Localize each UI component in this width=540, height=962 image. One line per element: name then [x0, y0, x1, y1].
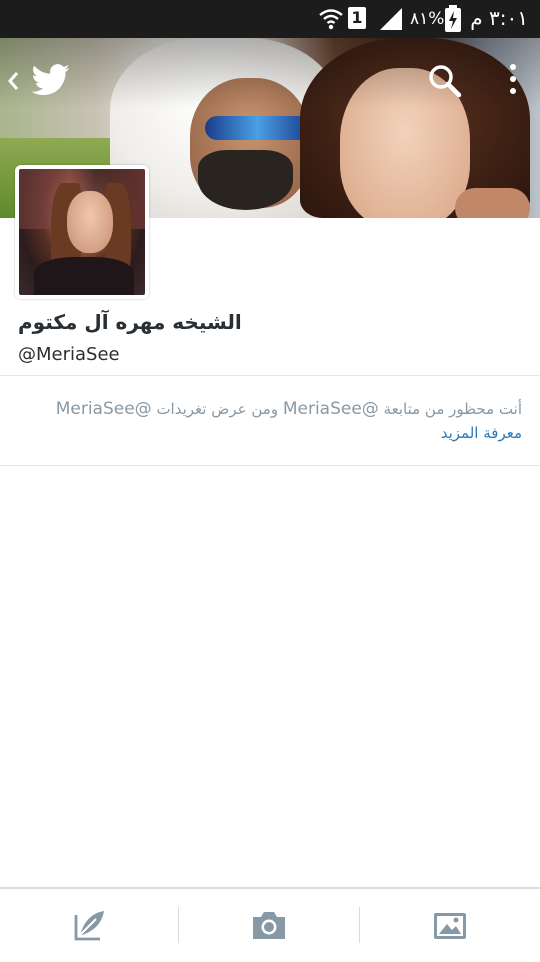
- twitter-bird-icon[interactable]: [32, 64, 70, 96]
- sim-icon: 1: [348, 7, 366, 29]
- battery-charging-icon: [445, 5, 461, 32]
- signal-icon: [380, 8, 402, 30]
- notice-handle-2: @MeriaSee: [55, 399, 152, 419]
- notice-handle-1: @MeriaSee: [282, 399, 379, 419]
- profile-handle: @MeriaSee: [18, 344, 120, 365]
- profile-display-name: الشيخه مهره آل مكتوم: [18, 310, 242, 334]
- back-chevron-icon[interactable]: [6, 70, 20, 92]
- clock: ٣:٠١ م: [470, 6, 528, 30]
- wifi-icon: [319, 9, 343, 30]
- learn-more-link[interactable]: معرفة المزيد: [441, 424, 522, 442]
- notice-text-prefix: أنت محظور من متابعة: [378, 400, 522, 418]
- camera-icon[interactable]: [249, 907, 289, 943]
- gallery-icon[interactable]: [430, 907, 470, 943]
- overflow-menu-icon[interactable]: [506, 62, 520, 98]
- search-icon[interactable]: [428, 64, 462, 98]
- notice-text-middle: ومن عرض تغريدات: [151, 400, 283, 418]
- compose-icon[interactable]: [70, 907, 110, 943]
- divider: [0, 465, 540, 466]
- status-bar: 1 ٨١% ٣:٠١ م: [0, 0, 540, 38]
- protected-account-notice: أنت محظور من متابعة @MeriaSee ومن عرض تغ…: [22, 398, 522, 420]
- battery-percent: ٨١%: [410, 9, 445, 29]
- bottom-action-bar: [0, 887, 540, 962]
- profile-avatar[interactable]: [15, 165, 149, 299]
- divider: [0, 375, 540, 376]
